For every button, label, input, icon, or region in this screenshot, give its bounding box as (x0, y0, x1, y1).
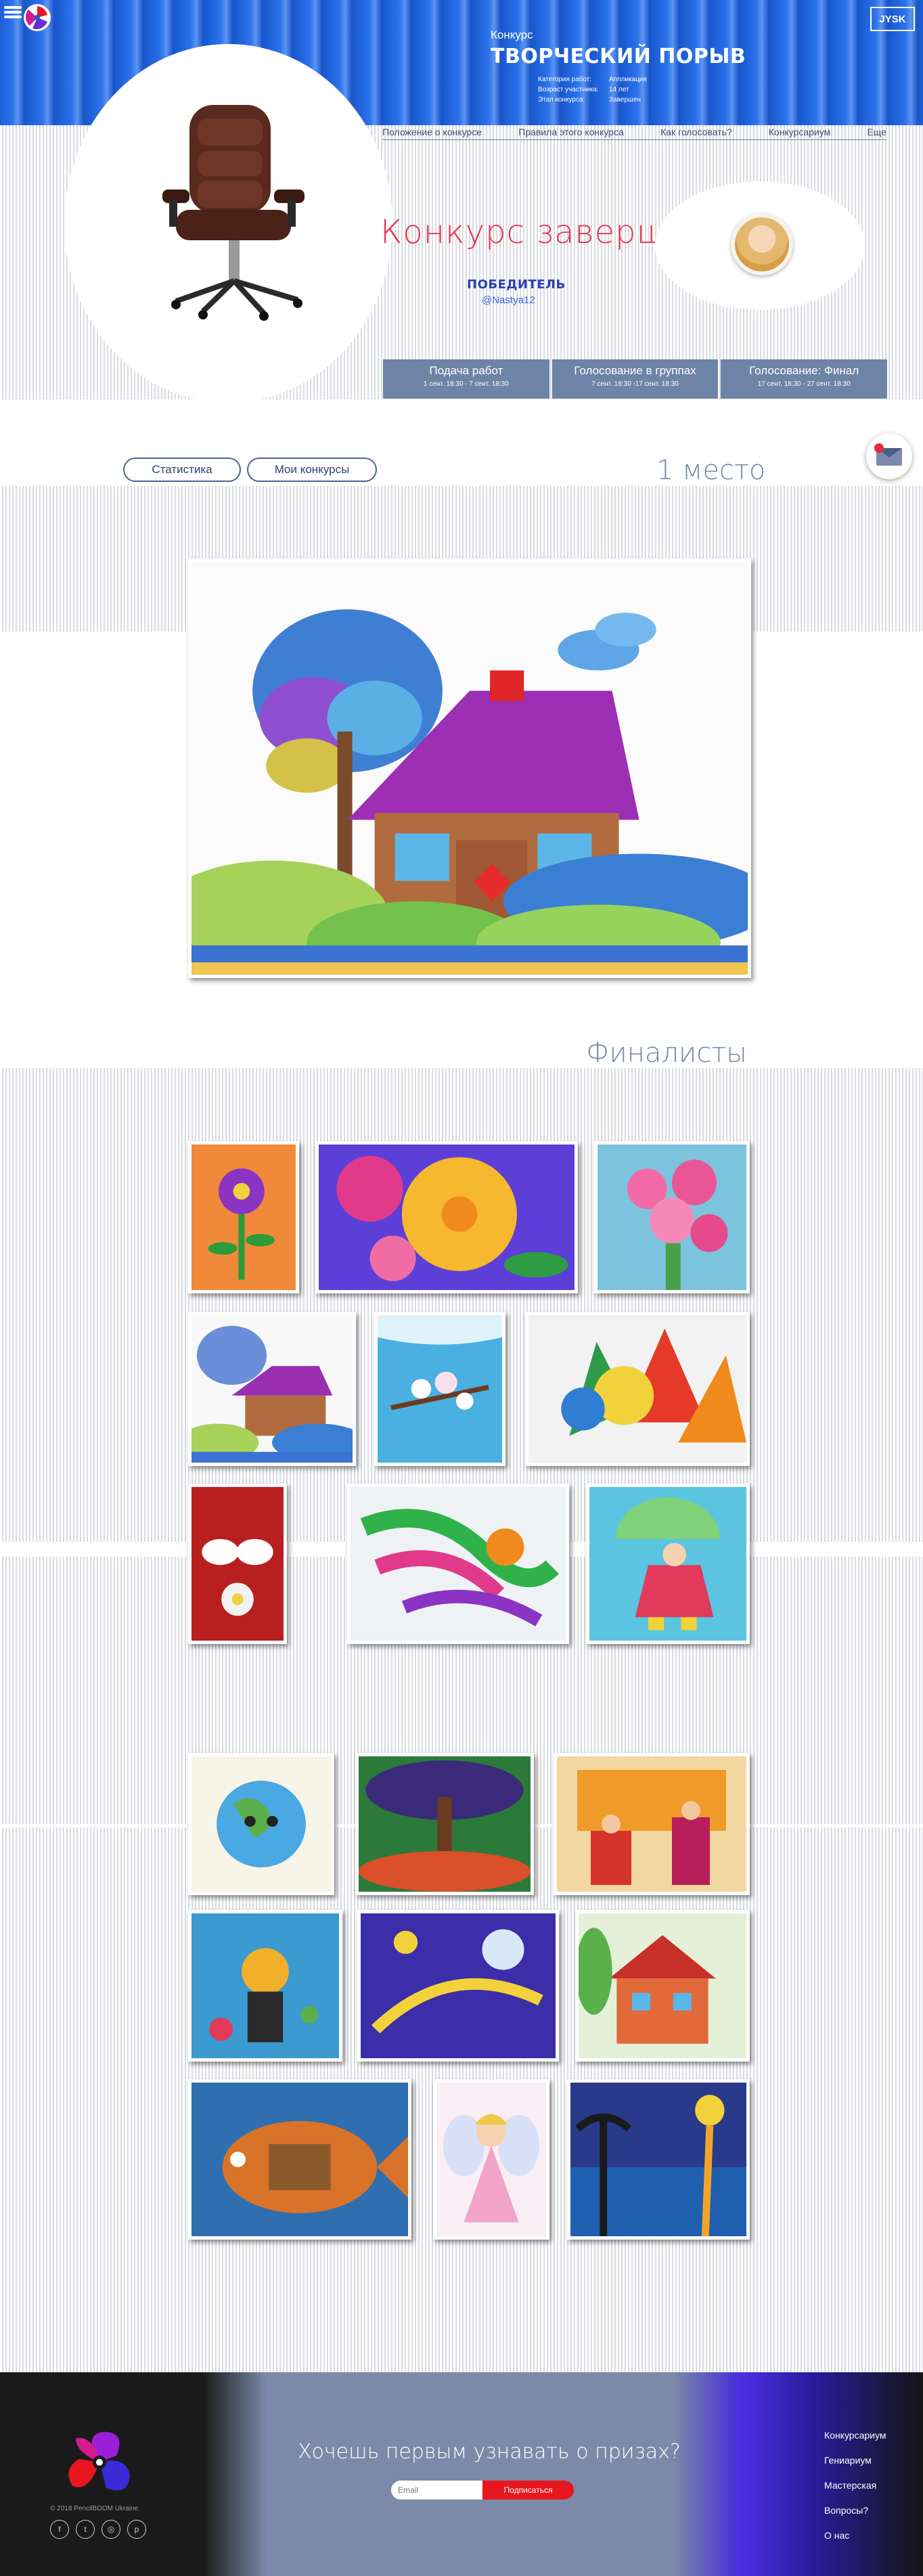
footer-link[interactable]: Мастерская (824, 2473, 886, 2498)
house-applique-image (157, 562, 775, 983)
social-links: f t ◎ p (50, 2520, 146, 2539)
blossom-branch-image (378, 1315, 502, 1463)
footer-links: Конкурсариум Гениариум Мастерская Вопрос… (824, 2423, 886, 2548)
finalist-artwork[interactable] (357, 1910, 559, 2062)
finalist-artwork[interactable] (594, 1141, 750, 1293)
contest-title: ТВОРЧЕСКИЙ ПОРЫВ (491, 45, 746, 68)
umbrella-girl-image (589, 1487, 746, 1641)
stage-title: Голосование: Финал (749, 364, 859, 377)
nav-divider (382, 139, 886, 140)
stage-group-voting: Голосование в группах 7 сент. 18:30 -17 … (551, 359, 719, 399)
footer-link[interactable]: Гениариум (824, 2448, 886, 2473)
sponsor-name: JYSK (879, 13, 906, 25)
footer-cta: Хочешь первым узнавать о призах? (298, 2440, 681, 2464)
nav-item[interactable]: Как голосовать? (660, 127, 732, 137)
contest-kicker: Конкурс (491, 28, 533, 41)
winner-avatar[interactable] (731, 213, 793, 275)
paper-flowers-image (319, 1145, 575, 1290)
my-contests-button[interactable]: Мои конкурсы (247, 458, 377, 482)
footer: © 2018 PencilBOOM Ukraine f t ◎ p Хочешь… (0, 2372, 923, 2576)
angel-drawing-image (436, 2083, 546, 2236)
winner-label: ПОБЕДИТЕЛЬ (467, 277, 566, 292)
parrot-image (351, 1487, 566, 1641)
stage-submission: Подача работ 1 сент. 18:30 - 7 сент. 18:… (383, 359, 549, 399)
finalist-artwork[interactable] (188, 1141, 299, 1293)
finalist-artwork[interactable] (188, 1910, 342, 2062)
meta-value: Завершен (609, 96, 641, 104)
contest-stages: Подача работ 1 сент. 18:30 - 7 сент. 18:… (383, 359, 888, 399)
night-sky-drawing-image (361, 1913, 556, 2058)
finalist-artwork[interactable] (188, 1484, 287, 1644)
stage-final-voting: Голосование: Финал 17 сент. 18:30 - 27 с… (721, 359, 888, 399)
finalist-artwork[interactable] (525, 1312, 750, 1466)
fish-drawing-image (192, 2083, 408, 2236)
sponsor-logo[interactable]: JYSK (870, 7, 915, 31)
avatar-photo (735, 217, 789, 271)
subscribe-form: Подписаться (391, 2481, 574, 2500)
house-applique-image (178, 1315, 366, 1463)
meta-key: Категория работ: (538, 76, 592, 83)
finalist-artwork[interactable] (178, 1312, 366, 1466)
pink-bouquet-image (598, 1145, 746, 1290)
red-house-drawing-image (575, 1913, 746, 2058)
mail-icon[interactable] (866, 433, 912, 479)
footer-link[interactable]: О нас (824, 2523, 886, 2548)
finalist-artwork[interactable] (355, 1753, 534, 1895)
stage-dates: 1 сент. 18:30 - 7 сент. 18:30 (423, 380, 509, 388)
instagram-icon[interactable]: ◎ (102, 2520, 120, 2539)
meta-value: Аппликация (609, 76, 647, 83)
nav-item[interactable]: Положение о конкурсе (382, 127, 482, 137)
folk-scene-image (557, 1756, 746, 1892)
stage-title: Подача работ (429, 364, 503, 377)
facebook-icon[interactable]: f (50, 2520, 69, 2539)
nav-item[interactable]: Еще (867, 127, 886, 137)
footer-link[interactable]: Конкурсариум (824, 2423, 886, 2448)
doves-image (192, 1487, 284, 1641)
winner-name[interactable]: @Nastya12 (482, 294, 535, 306)
nav-item[interactable]: Конкурсариум (769, 127, 830, 137)
stats-button[interactable]: Статистика (123, 458, 241, 482)
pinterest-icon[interactable]: p (127, 2520, 146, 2539)
footer-center-panel (203, 2372, 738, 2576)
first-place-title: 1 место (656, 455, 766, 486)
menu-icon[interactable] (4, 4, 22, 22)
finalist-artwork[interactable] (575, 1910, 750, 2062)
finalist-artwork[interactable] (188, 1753, 334, 1895)
finalist-artwork[interactable] (433, 2079, 549, 2240)
stage-dates: 17 сент. 18:30 - 27 сент. 18:30 (757, 380, 851, 388)
contest-nav: Положение о конкурсе Правила этого конку… (382, 127, 886, 137)
email-field[interactable] (391, 2481, 482, 2500)
copyright: © 2018 PencilBOOM Ukraine (50, 2505, 139, 2512)
palms-sunset-image (570, 2083, 746, 2237)
finalist-artwork[interactable] (554, 1753, 750, 1895)
subscribe-button[interactable]: Подписаться (482, 2481, 574, 2500)
logo-icon[interactable] (20, 3, 54, 32)
finalist-artwork[interactable] (586, 1484, 750, 1644)
stage-title: Голосование в группах (574, 364, 696, 377)
finalist-artwork[interactable] (315, 1141, 578, 1293)
diver-drawing-image (192, 1913, 339, 2058)
finalist-artwork[interactable] (188, 2079, 411, 2240)
meta-key: Этап конкурса: (538, 96, 585, 104)
meta-key: Возраст участника: (538, 86, 599, 93)
earth-drawing-image (192, 1756, 331, 1892)
finalists-title: Финалисты (586, 1038, 747, 1069)
tree-drawing-image (359, 1756, 531, 1892)
flower-image (192, 1145, 296, 1290)
contest-meta: Категория работ: Аппликация Возраст участ… (538, 74, 647, 105)
bg-band (0, 1068, 923, 1149)
finalist-artwork[interactable] (567, 2079, 750, 2240)
finalist-artwork[interactable] (374, 1312, 505, 1466)
autumn-leaves-image (528, 1315, 746, 1463)
footer-link[interactable]: Вопросы? (824, 2498, 886, 2523)
brand-logo-icon[interactable] (62, 2428, 137, 2500)
meta-value: 14 лет (609, 86, 629, 93)
nav-item[interactable]: Правила этого конкурса (518, 127, 624, 137)
stage-dates: 7 сент. 18:30 -17 сент. 18:30 (591, 380, 679, 388)
finalist-artwork[interactable] (347, 1484, 569, 1644)
prize-chair-image (162, 105, 305, 321)
twitter-icon[interactable]: t (76, 2520, 95, 2539)
winner-artwork[interactable] (157, 558, 775, 983)
